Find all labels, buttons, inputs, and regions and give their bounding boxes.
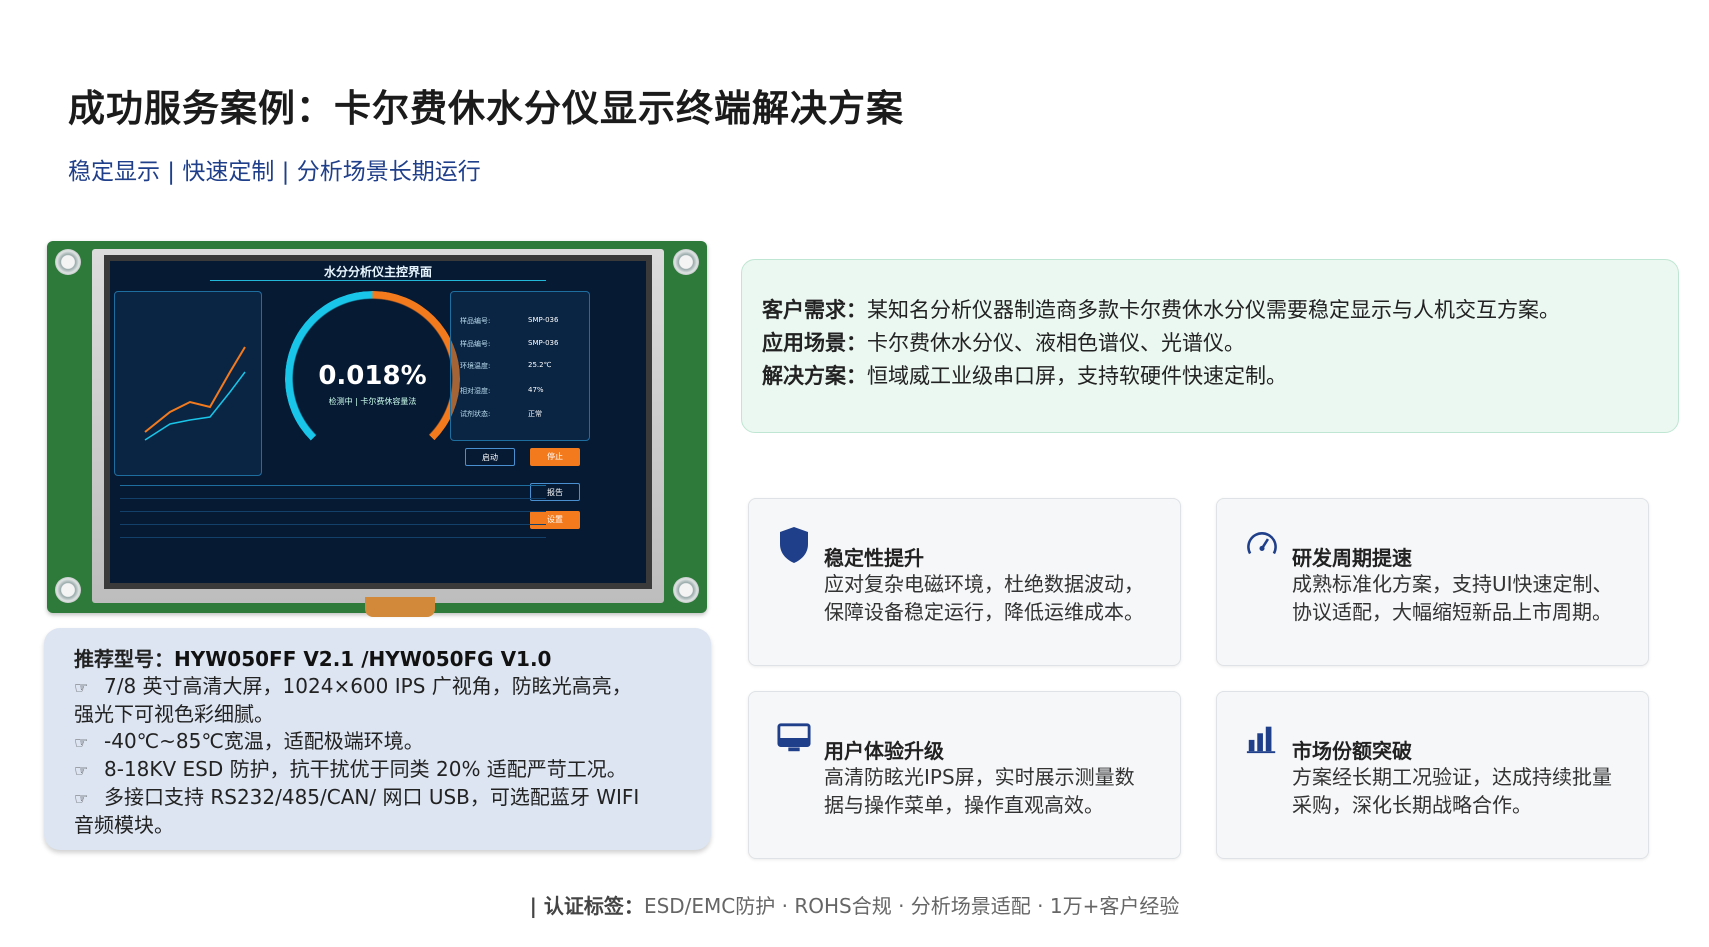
card-body: 成熟标准化方案，支持UI快速定制、 协议适配，大幅缩短新品上市周期。: [1292, 572, 1613, 624]
trend-chart: [144, 346, 246, 441]
feature-card-market: 市场份额突破 方案经长期工况验证，达成持续批量 采购，深化长期战略合作。: [1216, 691, 1649, 859]
page-title: 成功服务案例：卡尔费休水分仪显示终端解决方案: [68, 87, 904, 130]
lcd-title: 水分分析仪主控界面: [323, 265, 433, 279]
model-label: 推荐型号：: [74, 647, 174, 671]
page-subtitle: 稳定显示 | 快速定制 | 分析场景长期运行: [68, 159, 481, 185]
requirement-box: 客户需求：某知名分析仪器制造商多款卡尔费休水分仪需要稳定显示与人机交互方案。 应…: [741, 259, 1679, 433]
monitor-icon: [777, 723, 811, 752]
trend-panel: [114, 291, 262, 476]
screw-icon: [673, 249, 699, 275]
card-title: 研发周期提速: [1292, 546, 1412, 570]
param-row: 相对湿度: 47%: [460, 386, 544, 395]
lcd-stop-button: 停止: [530, 448, 580, 466]
feature-card-rd-speed: 研发周期提速 成熟标准化方案，支持UI快速定制、 协议适配，大幅缩短新品上市周期。: [1216, 498, 1649, 666]
param-row: 样品编号: SMP-036: [460, 316, 559, 325]
screen-bezel: 水分分析仪主控界面 0.018% 检测中 | 卡尔费休容量法 样品编号: SMP-…: [92, 249, 664, 603]
pointing-hand-icon: ☞: [74, 678, 89, 697]
requirement-row: 客户需求：某知名分析仪器制造商多款卡尔费休水分仪需要稳定显示与人机交互方案。: [762, 298, 1560, 322]
spec-item: 音频模块。: [74, 813, 174, 837]
spec-item: 8-18KV ESD 防护，抗干扰优于同类 20% 适配严苛工况。: [104, 757, 627, 781]
model-value: HYW050FF V2.1 /HYW050FG V1.0: [174, 647, 552, 671]
feature-card-ux: 用户体验升级 高清防眩光IPS屏，实时展示测量数 据与操作菜单，操作直观高效。: [748, 691, 1181, 859]
display-device-image: 水分分析仪主控界面 0.018% 检测中 | 卡尔费休容量法 样品编号: SMP-…: [47, 241, 707, 617]
bar-chart-icon: [1246, 726, 1276, 754]
spec-item: -40℃~85℃宽温，适配极端环境。: [104, 729, 424, 753]
card-body: 高清防眩光IPS屏，实时展示测量数 据与操作菜单，操作直观高效。: [824, 765, 1135, 817]
param-row: 环境温度: 25.2℃: [460, 361, 552, 370]
card-title: 市场份额突破: [1292, 739, 1412, 763]
screw-icon: [55, 577, 81, 603]
lcd-screen: 水分分析仪主控界面 0.018% 检测中 | 卡尔费休容量法 样品编号: SMP-…: [110, 261, 646, 583]
lcd-data-table: [120, 485, 546, 545]
spec-item: 7/8 英寸高清大屏，1024×600 IPS 广视角，防眩光高亮，: [104, 674, 632, 698]
screw-icon: [673, 577, 699, 603]
feature-card-stability: 稳定性提升 应对复杂电磁环境，杜绝数据波动， 保障设备稳定运行，降低运维成本。: [748, 498, 1181, 666]
pointing-hand-icon: ☞: [74, 733, 89, 752]
requirement-row: 解决方案：恒域威工业级串口屏，支持软硬件快速定制。: [762, 364, 1287, 388]
lcd-start-button: 启动: [465, 448, 515, 466]
shield-icon: [780, 527, 808, 563]
param-row: 试剂状态: 正常: [460, 410, 542, 418]
card-body: 方案经长期工况验证，达成持续批量 采购，深化长期战略合作。: [1292, 765, 1612, 817]
fpc-connector: [365, 597, 435, 617]
speedometer-icon: [1247, 532, 1277, 555]
requirement-row: 应用场景：卡尔费休水分仪、液相色谱仪、光谱仪。: [762, 331, 1245, 355]
gauge-subtitle: 检测中 | 卡尔费休容量法: [328, 397, 417, 406]
model-spec-box: 推荐型号：HYW050FF V2.1 /HYW050FG V1.0 ☞ 7/8 英…: [44, 628, 711, 850]
pointing-hand-icon: ☞: [74, 789, 89, 808]
param-row: 样品编号: SMP-036: [460, 339, 559, 348]
certification-tags: | 认证标签：ESD/EMC防护 · ROHS合规 · 分析场景适配 · 1万+…: [529, 894, 1180, 918]
card-title: 稳定性提升: [824, 546, 924, 570]
card-title: 用户体验升级: [824, 739, 944, 763]
spec-item: 多接口支持 RS232/485/CAN/ 网口 USB，可选配蓝牙 WIFI: [104, 785, 640, 809]
spec-item: 强光下可视色彩细腻。: [74, 702, 274, 726]
pointing-hand-icon: ☞: [74, 761, 89, 780]
card-body: 应对复杂电磁环境，杜绝数据波动， 保障设备稳定运行，降低运维成本。: [824, 572, 1144, 624]
gauge-value: 0.018%: [318, 361, 427, 391]
screw-icon: [55, 249, 81, 275]
